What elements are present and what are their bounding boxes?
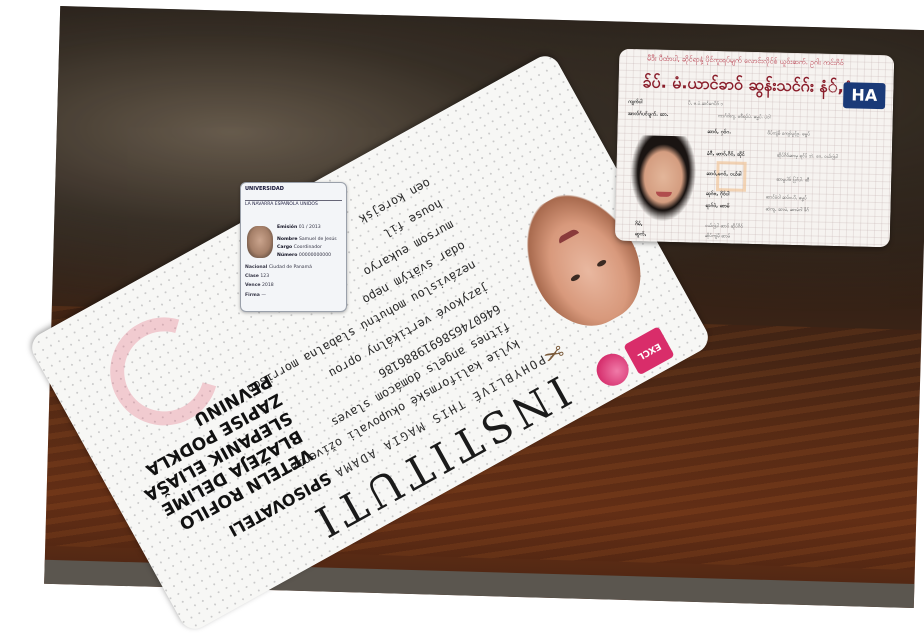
mini-label: Cargo: [277, 245, 293, 250]
mouth: [556, 227, 580, 244]
mm-label: ဂိမ်,: [635, 221, 643, 228]
mm-card-top-text: မီဒီး ပီထံာပါ, ဆိုင်ရာနှံ့ ပိုင်ကူးရပ်မျ…: [647, 54, 844, 68]
mini-label: Vence: [245, 283, 261, 288]
mm-value: ပိ, မ.ပံ.ဆင်ဂေပိဒ် ၁: [687, 101, 723, 108]
mm-portrait-photo: [629, 134, 698, 223]
mm-value: ဖိပ်ကျဲမိ ကျော်ပွင့်ဥ. ဓမ္မပ်: [767, 131, 811, 138]
mini-value: Coordinador: [293, 245, 322, 250]
mini-value: —: [261, 293, 266, 298]
mini-card-subheader: LA NAVARRA ESPAÑOLA UNIDOS: [245, 200, 342, 207]
mm-label: ရာဂ်ဝဲ, ဆာမ်: [705, 202, 730, 210]
mini-value: 2018: [262, 283, 274, 288]
eye: [596, 258, 608, 268]
eye: [569, 273, 581, 283]
mm-value: ကာဂ်ဂါးဂျ. မဖီရပ်ပဲ. ဓမ္မပ်. ပဲဝါ: [717, 114, 771, 121]
mm-label: ဆူက်,: [634, 231, 647, 238]
mm-label: ကျက်ပါ: [628, 98, 643, 106]
mini-value: Ciudad de Panamá: [268, 265, 312, 270]
mini-value: Samuel de Jesús: [298, 237, 337, 242]
mm-value: ဆိုပ်ဂိဝ်ဆာမှ ရင်ပ် ဘဲ. ဂေ, ဝယ်ဂျဲပါ: [776, 153, 838, 161]
mini-label: Clase: [245, 274, 259, 279]
mm-value: ဆာမှုပါဝ် ပြင်ပါ. ဆီ: [776, 177, 810, 184]
mini-value: 123: [260, 274, 270, 279]
smile: [655, 191, 672, 197]
badge-logo: EXCL: [623, 326, 675, 376]
mm-card-title: ခ်ပ်. မံ.ယာင်ခာဝ် ဆွန်းသင်ဂ်း နံ်,ခံ,: [642, 72, 860, 97]
mini-label: Nombre: [277, 237, 298, 242]
mm-label: ခံဂီ, ဆာဝ်,ဂိဝ်, ဆိုင်: [706, 150, 745, 158]
mini-label: Número: [277, 253, 298, 258]
mm-label: အာလ်ဂ်ပင်ပျက်. ဆာ.: [627, 110, 669, 118]
mini-card-header: UNIVERSIDAD: [245, 186, 284, 192]
mini-label: Emisión: [277, 225, 298, 230]
mm-label: ဆာဝ်,ဂေဝ်, ဝယ်ဖါ: [706, 170, 742, 178]
mm-value: ဆာင်ဗံဝါ ဆပ်ဗ.ပိ, ဓမ္မပ်: [765, 195, 807, 202]
mini-value: 01 / 2013: [298, 225, 321, 230]
myanmar-id-card: မီဒီး ပီထံာပါ, ဆိုင်ရာနှံ့ ပိုင်ကူးရပ်မျ…: [614, 48, 895, 248]
mm-label: ဆုဂ်ဗ, ဂိုဝ်ပါ: [705, 190, 730, 198]
mini-id-card: UNIVERSIDAD LA NAVARRA ESPAÑOLA UNIDOS E…: [240, 182, 347, 312]
mini-label: Nacional: [245, 265, 268, 270]
mini-label: Firma: [245, 293, 260, 298]
mm-value: ဆိုပ်ကျဲမိ ဆာမ်: [704, 233, 731, 240]
mini-value: 00000000000: [298, 253, 332, 258]
mm-value: ဝယ်ဂျဲပါ ဆာဝ် ဆိုပ်ဂိဝ်: [705, 223, 744, 230]
mini-portrait-photo: [247, 226, 273, 258]
mm-card-logo: HA: [843, 82, 886, 110]
mm-value: ဆဲကျ, ဆာမဲ, ဆာမံဂါ ဖိဂ်: [765, 207, 810, 214]
mm-label: ဆာဝ်, ဂှဝ်ဂ.: [707, 128, 732, 136]
